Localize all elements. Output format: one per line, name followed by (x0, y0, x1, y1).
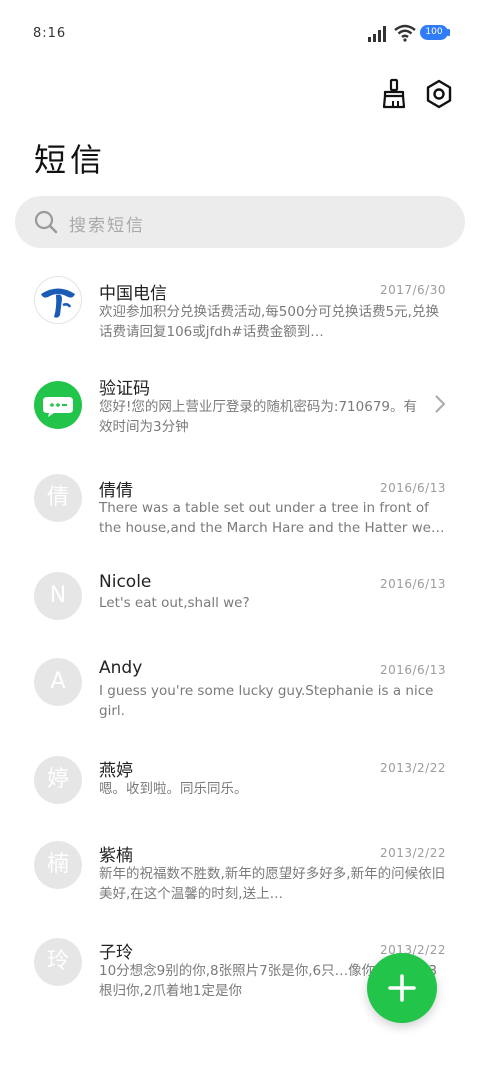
contact-name: 燕婷 (99, 761, 133, 781)
new-message-button[interactable] (367, 953, 437, 1023)
battery-tip (447, 29, 450, 36)
message-preview: 嗯。收到啦。同乐同乐。 (99, 781, 248, 797)
message-date: 2016/6/13 (379, 481, 446, 495)
avatar: 婷 (34, 756, 82, 804)
contact-name: Andy (99, 658, 143, 678)
chevron-right-icon[interactable] (434, 394, 446, 414)
list-item[interactable]: A Andy 2016/6/13 I guess you're some luc… (0, 644, 480, 734)
contact-name: Nicole (99, 572, 152, 592)
china-telecom-logo (34, 276, 82, 324)
message-preview: 您好!您的网上营业厅登录的随机密码为:710679。有效时间为3分钟 (99, 399, 417, 435)
message-date: 2013/2/22 (379, 846, 446, 860)
signal-icon (368, 26, 386, 42)
message-preview: There was a table set out under a tree i… (99, 500, 445, 536)
contact-name: 中国电信 (99, 284, 167, 304)
battery-indicator: 100 (420, 25, 448, 40)
message-preview: Let's eat out,shall we? (99, 595, 250, 611)
message-preview: I guess you're some lucky guy.Stephanie … (99, 683, 434, 719)
list-item[interactable]: 验证码 您好!您的网上营业厅登录的随机密码为:710679。有效时间为3分钟 (0, 359, 480, 454)
avatar: 玲 (34, 938, 82, 986)
search-placeholder: 搜索短信 (69, 216, 145, 236)
message-date: 2016/6/13 (379, 577, 446, 591)
search-input[interactable]: 搜索短信 (15, 196, 465, 248)
list-item[interactable]: 中国电信 2017/6/30 欢迎参加积分兑换话费活动,每500分可兑换话费5元… (0, 262, 480, 357)
message-date: 2016/6/13 (379, 663, 446, 677)
avatar: A (34, 658, 82, 706)
avatar: 楠 (34, 841, 82, 889)
list-item[interactable]: 楠 紫楠 2013/2/22 新年的祝福数不胜数,新年的愿望好多好多,新年的问候… (0, 827, 480, 917)
search-icon (34, 210, 58, 234)
china-telecom-logo-icon (41, 288, 75, 318)
avatar: N (34, 572, 82, 620)
gear-icon[interactable] (423, 78, 455, 110)
plus-icon (388, 974, 416, 1002)
list-item[interactable]: N Nicole 2016/6/13 Let's eat out,shall w… (0, 558, 480, 638)
message-date: 2017/6/30 (379, 283, 446, 297)
avatar: 倩 (34, 474, 82, 522)
message-preview: 新年的祝福数不胜数,新年的愿望好多好多,新年的问候依旧美好,在这个温馨的时刻,送… (99, 866, 446, 902)
broom-icon[interactable] (379, 78, 411, 110)
contact-name: 紫楠 (99, 846, 133, 866)
status-time: 8:16 (33, 26, 67, 41)
message-bubble-icon (34, 381, 82, 429)
contact-name: 子玲 (99, 943, 133, 963)
status-bar: 8:16 100 (0, 0, 480, 60)
message-preview: 欢迎参加积分兑换话费活动,每500分可兑换话费5元,兑换话费请回复106或jfd… (99, 304, 439, 340)
contact-name: 验证码 (99, 379, 150, 399)
list-item[interactable]: 倩 倩倩 2016/6/13 There was a table set out… (0, 462, 480, 552)
message-bubble-glyph (43, 397, 73, 417)
list-item[interactable]: 婷 燕婷 2013/2/22 嗯。收到啦。同乐同乐。 (0, 742, 480, 822)
page-title: 短信 (34, 141, 107, 179)
message-date: 2013/2/22 (379, 761, 446, 775)
wifi-icon (394, 24, 416, 42)
